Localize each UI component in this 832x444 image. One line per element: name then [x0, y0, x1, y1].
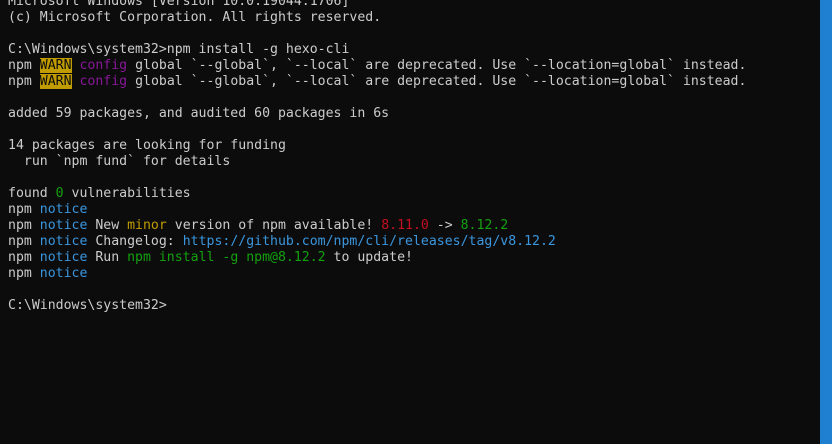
terminal-text: C:\Windows\system32>	[8, 298, 167, 313]
terminal-text: 0	[55, 186, 64, 201]
terminal-text: notice	[39, 218, 88, 233]
terminal-line: 14 packages are looking for funding	[8, 138, 820, 154]
terminal-line: npm notice New minor version of npm avai…	[8, 218, 820, 234]
terminal-text: Run	[87, 250, 128, 265]
terminal-text: run `npm fund` for details	[8, 154, 231, 169]
terminal-line: C:\Windows\system32>	[8, 298, 820, 314]
terminal-text: npm	[8, 234, 40, 249]
terminal-text: notice	[39, 266, 88, 281]
terminal-text: https://github.com/npm/cli/releases/tag/…	[182, 234, 556, 249]
terminal-text: Microsoft Windows [Version 10.0.19044.17…	[8, 0, 350, 9]
terminal-window[interactable]: Microsoft Windows [Version 10.0.19044.17…	[0, 0, 820, 444]
terminal-text: version of npm available!	[166, 218, 382, 233]
terminal-text: ->	[428, 218, 461, 233]
terminal-text: WARN	[39, 58, 72, 73]
terminal-text: global `--global`, `--local` are depreca…	[127, 74, 747, 89]
terminal-text: WARN	[39, 74, 72, 89]
terminal-text: 8.11.0	[381, 218, 429, 233]
terminal-text: (c) Microsoft Corporation. All rights re…	[8, 10, 382, 25]
terminal-text: minor	[127, 218, 167, 233]
terminal-text: 14 packages are looking for funding	[8, 138, 286, 153]
terminal-text: npm install -g npm@8.12.2	[127, 250, 326, 265]
terminal-text: npm	[8, 202, 40, 217]
terminal-text: config	[79, 58, 128, 73]
terminal-text: global `--global`, `--local` are depreca…	[127, 58, 747, 73]
terminal-text: Changelog:	[87, 234, 183, 249]
terminal-text: notice	[39, 234, 88, 249]
terminal-text: C:\Windows\system32>npm install -g hexo-…	[8, 42, 350, 57]
terminal-text: 8.12.2	[460, 218, 509, 233]
terminal-text: vulnerabilities	[63, 186, 191, 201]
terminal-line: (c) Microsoft Corporation. All rights re…	[8, 10, 820, 26]
terminal-line: npm notice	[8, 266, 820, 282]
terminal-line: npm notice Changelog: https://github.com…	[8, 234, 820, 250]
terminal-text: npm	[8, 266, 40, 281]
terminal-line: npm notice	[8, 202, 820, 218]
terminal-line: Microsoft Windows [Version 10.0.19044.17…	[8, 0, 820, 10]
terminal-line: npm WARN config global `--global`, `--lo…	[8, 58, 820, 74]
terminal-text: notice	[39, 202, 88, 217]
terminal-line: found 0 vulnerabilities	[8, 186, 820, 202]
terminal-line: C:\Windows\system32>npm install -g hexo-…	[8, 42, 820, 58]
terminal-line: npm notice Run npm install -g npm@8.12.2…	[8, 250, 820, 266]
vertical-scrollbar[interactable]	[820, 0, 832, 444]
terminal-text: New	[87, 218, 128, 233]
terminal-text: npm	[8, 58, 40, 73]
terminal-text: to update!	[325, 250, 413, 265]
terminal-text: npm	[8, 218, 40, 233]
terminal-line: run `npm fund` for details	[8, 154, 820, 170]
terminal-text: npm	[8, 250, 40, 265]
terminal-line: added 59 packages, and audited 60 packag…	[8, 106, 820, 122]
terminal-text: notice	[39, 250, 88, 265]
terminal-line: npm WARN config global `--global`, `--lo…	[8, 74, 820, 90]
terminal-text: config	[79, 74, 128, 89]
terminal-text: npm	[8, 74, 40, 89]
terminal-text: added 59 packages, and audited 60 packag…	[8, 106, 390, 121]
terminal-text: found	[8, 186, 56, 201]
